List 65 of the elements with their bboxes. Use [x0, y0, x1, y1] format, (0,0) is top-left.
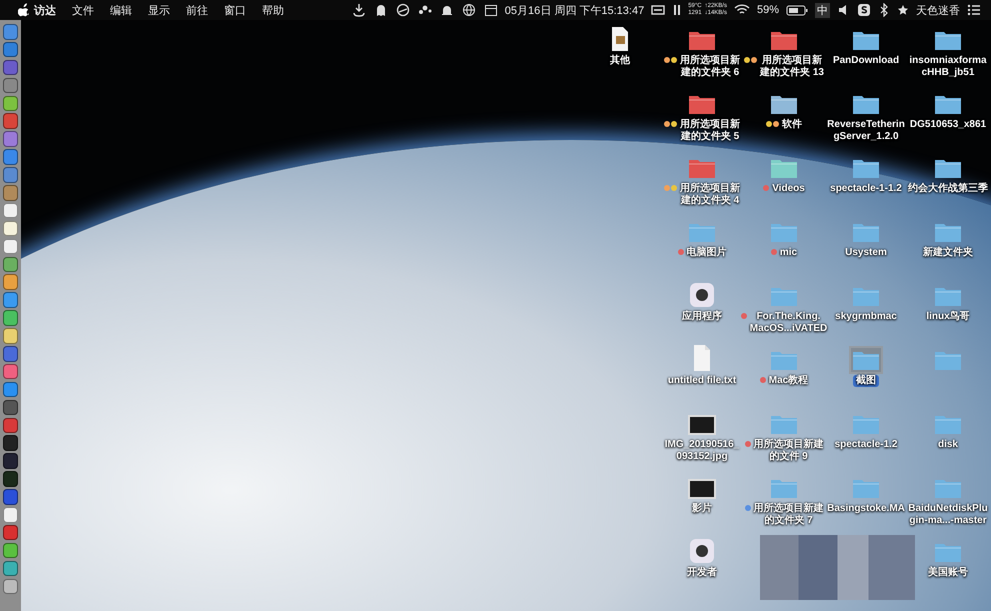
wifi-icon[interactable]	[734, 4, 750, 16]
file-label[interactable]: 软件	[782, 119, 802, 131]
image-thumbnail-icon[interactable]	[687, 414, 717, 436]
menu-item[interactable]: 访达	[34, 2, 56, 18]
menu-item[interactable]: 前往	[186, 2, 208, 18]
clock-text: 05月16日 周四 下午15:13:47	[504, 4, 644, 18]
file-label[interactable]: ReverseTetherin gServer_1.2.0	[827, 119, 905, 143]
file-label[interactable]: mic	[780, 247, 798, 259]
file-label[interactable]: 用所选项目新 建的文件夹 5	[680, 119, 740, 143]
menu-item[interactable]: 文件	[72, 2, 94, 18]
app-icon[interactable]	[3, 400, 18, 416]
speaker-icon[interactable]	[837, 4, 849, 16]
disk-icon[interactable]	[396, 3, 410, 17]
image-thumbnail-icon[interactable]	[687, 478, 717, 500]
app-icon[interactable]	[689, 282, 715, 308]
star-icon[interactable]	[897, 4, 909, 16]
file-label[interactable]: 用所选项目新建 的文件 9	[754, 439, 824, 463]
file-label[interactable]: spectacle-1-1.2	[830, 183, 902, 195]
user-name[interactable]: 天色迷香	[916, 2, 960, 18]
app-icon[interactable]	[689, 538, 715, 564]
file-label[interactable]: linux鸟哥	[926, 311, 970, 323]
file-label[interactable]: spectacle-1.2	[834, 439, 898, 451]
apple-menu-icon[interactable]	[18, 3, 30, 17]
bars-icon[interactable]	[673, 3, 682, 17]
file-label[interactable]: 约会大作战第三季	[908, 183, 988, 195]
file-label[interactable]: Basingstoke.MA	[827, 503, 905, 515]
s-app-icon[interactable]	[857, 3, 871, 17]
bell-icon[interactable]	[440, 3, 454, 17]
file-label[interactable]: 截图	[853, 375, 879, 387]
file-label[interactable]: 新建文件夹	[923, 247, 973, 259]
file-label[interactable]: 用所选项目新 建的文件夹 6	[680, 55, 740, 79]
file-label[interactable]: 用所选项目新 建的文件夹 13	[760, 55, 824, 79]
file-label[interactable]: Videos	[772, 183, 805, 195]
menu-item[interactable]: 编辑	[110, 2, 132, 18]
file-label[interactable]: 用所选项目新 建的文件夹 4	[680, 183, 740, 207]
bluetooth-icon[interactable]	[879, 3, 889, 17]
file-label[interactable]: Mac教程	[768, 375, 808, 387]
menu-item[interactable]: 窗口	[224, 2, 246, 18]
battery-icon[interactable]	[786, 4, 808, 16]
file-label[interactable]: Usystem	[845, 247, 887, 259]
battery-percent: 59%	[756, 4, 779, 16]
file-label[interactable]: 用所选项目新建 的文件夹 7	[754, 503, 824, 527]
menu-item[interactable]: 帮助	[262, 2, 284, 18]
calendar-icon[interactable]	[484, 3, 498, 17]
file-label[interactable]: For.The.King. MacOS...iVATED	[750, 311, 828, 335]
file-label[interactable]: BaiduNetdiskPlu gin-ma...-master	[908, 503, 988, 527]
file-label[interactable]: DG510653_x861	[910, 119, 986, 131]
file-label[interactable]: 其他	[610, 55, 630, 67]
menu-item[interactable]: 显示	[148, 2, 170, 18]
display-icon[interactable]	[651, 3, 666, 17]
app-icon[interactable]	[3, 435, 18, 451]
file-label[interactable]: skygrmbmac	[835, 311, 897, 323]
file-label[interactable]: disk	[938, 439, 958, 451]
download-icon[interactable]	[352, 3, 366, 17]
file-label[interactable]: 美国账号	[928, 567, 968, 579]
file-label[interactable]: PanDownload	[832, 55, 900, 67]
file-label[interactable]: insomniaxforma cHHB_jb51	[909, 55, 987, 79]
globe-icon[interactable]	[462, 3, 476, 17]
app-icon[interactable]	[3, 453, 18, 469]
dots-icon[interactable]	[418, 3, 432, 17]
app-icon[interactable]	[3, 471, 18, 487]
file-label[interactable]: 电脑图片	[686, 247, 726, 259]
file-label[interactable]: 应用程序	[682, 311, 722, 323]
list-icon[interactable]	[967, 4, 981, 16]
input-method[interactable]: 中	[815, 2, 830, 18]
